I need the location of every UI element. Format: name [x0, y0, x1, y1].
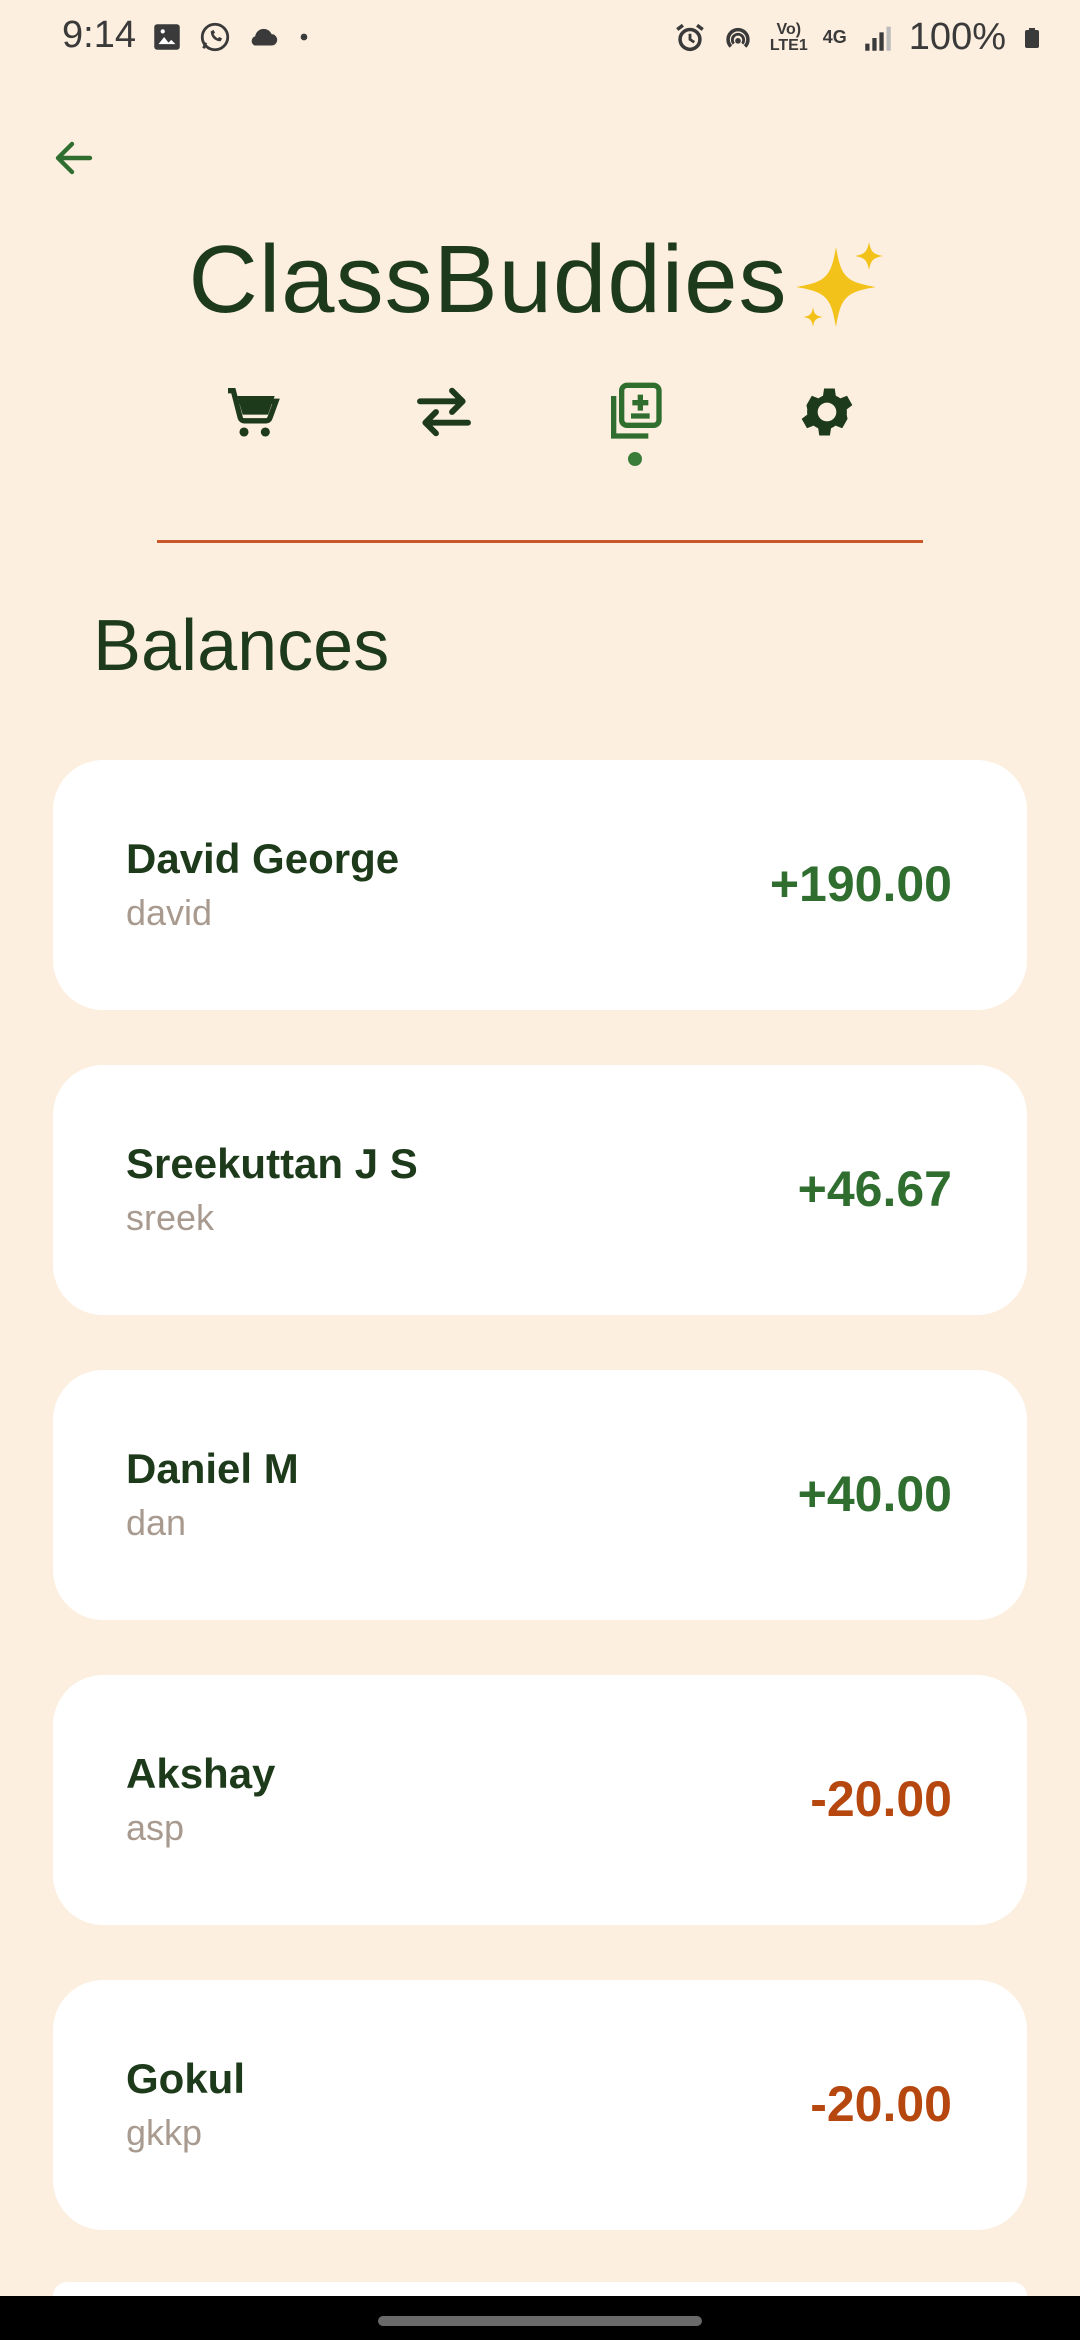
alarm-icon: [675, 23, 704, 51]
balance-card[interactable]: Gokul gkkp -20.00: [53, 1980, 1027, 2230]
sparkles-icon: [796, 241, 884, 327]
balance-amount: +190.00: [769, 856, 952, 912]
status-time: 9:14: [62, 14, 136, 56]
member-handle: dan: [126, 1502, 187, 1543]
gear-icon: [801, 388, 853, 436]
active-tab-indicator: [628, 452, 642, 466]
app-title-text: ClassBuddies: [188, 226, 788, 333]
whatsapp-icon: [200, 22, 230, 52]
member-name: Gokul: [126, 2055, 246, 2102]
balance-amount: -20.00: [810, 2076, 952, 2132]
member-name: Akshay: [126, 1750, 276, 1797]
member-name: Daniel M: [126, 1445, 299, 1492]
balance-amount: +46.67: [797, 1161, 952, 1217]
gallery-icon: [154, 24, 180, 50]
balance-amount: +40.00: [797, 1466, 952, 1522]
tab-cart[interactable]: [212, 380, 292, 480]
balance-card[interactable]: Daniel M dan +40.00: [53, 1370, 1027, 1620]
cart-icon: [228, 388, 280, 437]
cloud-icon: [251, 28, 278, 46]
swap-icon: [417, 387, 471, 437]
balance-amount: -20.00: [810, 1771, 952, 1827]
arrow-left-icon: [55, 141, 93, 175]
balance-card[interactable]: David George david +190.00: [53, 760, 1027, 1010]
dot-icon: [300, 33, 308, 41]
tab-balances[interactable]: [595, 380, 675, 480]
tab-settings[interactable]: [787, 380, 867, 480]
member-handle: asp: [126, 1807, 185, 1848]
member-name: Sreekuttan J S: [126, 1140, 418, 1187]
tab-transfers[interactable]: [404, 380, 484, 480]
battery-icon: [1025, 27, 1039, 48]
battery-percent: 100%: [908, 16, 1006, 58]
back-button[interactable]: [44, 128, 104, 188]
signal-icon: [865, 26, 891, 51]
balance-card-partial[interactable]: [53, 2282, 1027, 2296]
volte-label: Vo) LTE1: [769, 20, 808, 54]
status-bar: 9:14 Vo) LTE1 4G 100%: [0, 0, 1080, 80]
home-gesture-handle[interactable]: [378, 2316, 702, 2326]
status-right-icons: Vo) LTE1 4G 100%: [673, 16, 1044, 59]
app-title: ClassBuddies: [0, 225, 1080, 337]
member-name: David George: [126, 835, 400, 882]
note-add-icon: [611, 382, 662, 439]
hotspot-icon: [726, 27, 750, 48]
member-handle: gkkp: [126, 2112, 203, 2153]
member-handle: sreek: [126, 1197, 215, 1238]
network-label: 4G: [822, 27, 847, 47]
status-left-icons: [150, 20, 314, 54]
header-divider: [157, 540, 923, 543]
tab-bar: [0, 380, 1080, 480]
member-handle: david: [126, 892, 213, 933]
balance-card[interactable]: Sreekuttan J S sreek +46.67: [53, 1065, 1027, 1315]
balance-card[interactable]: Akshay asp -20.00: [53, 1675, 1027, 1925]
section-title: Balances: [93, 606, 390, 686]
